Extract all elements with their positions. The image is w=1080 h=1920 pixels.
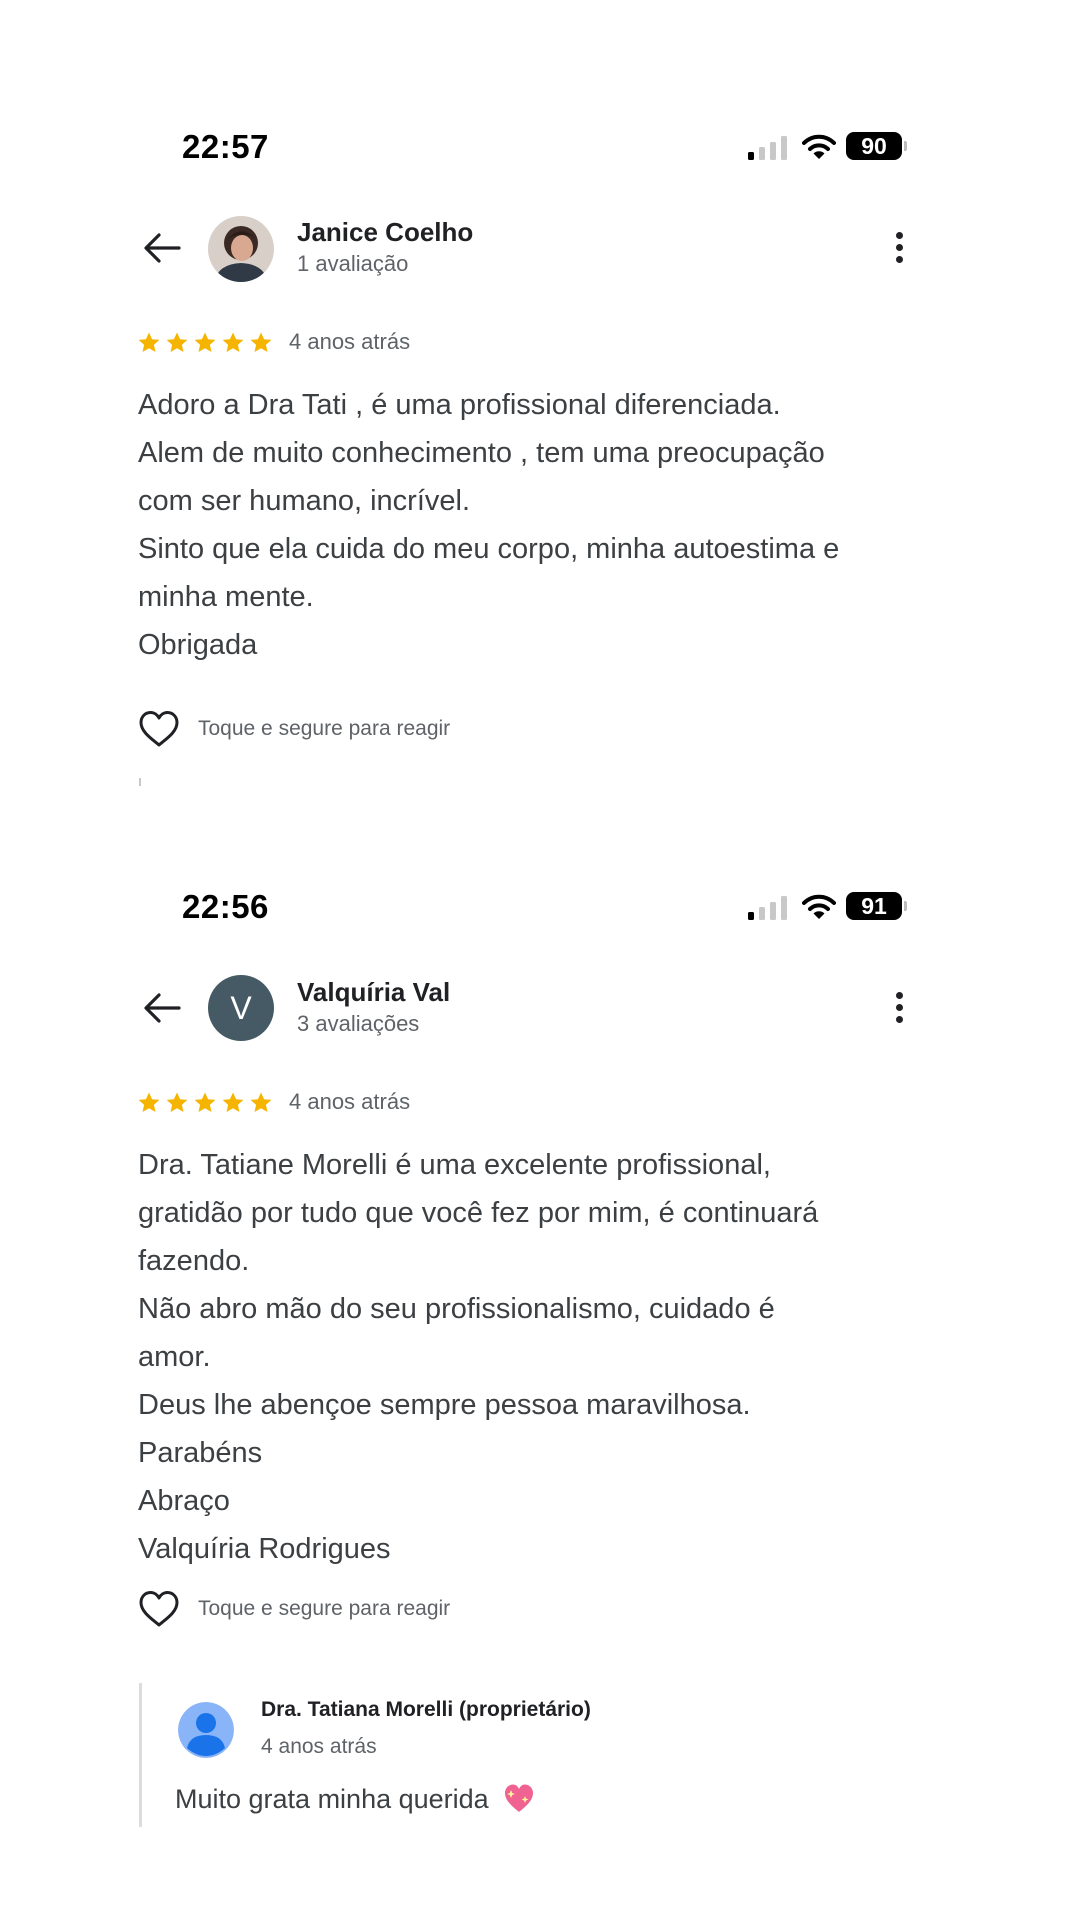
person-icon [178, 1702, 234, 1758]
owner-name: Dra. Tatiana Morelli (proprietário) [261, 1698, 591, 1721]
more-options-icon[interactable] [892, 232, 906, 272]
signal-icon [748, 136, 787, 160]
heart-icon[interactable] [138, 1590, 180, 1628]
profile-photo-icon [208, 216, 274, 282]
status-time: 22:57 [182, 128, 269, 165]
react-hint[interactable]: Toque e segure para reagir [198, 717, 450, 741]
reviewer-review-count: 1 avaliação [297, 251, 409, 276]
wifi-icon [802, 894, 836, 919]
back-arrow-icon[interactable] [142, 231, 182, 265]
battery-tip [904, 141, 907, 151]
react-hint[interactable]: Toque e segure para reagir [198, 1597, 450, 1621]
review-line: Abraço [138, 1485, 230, 1517]
review-text: Dra. Tatiane Morelli é uma excelente pro… [138, 1141, 938, 1573]
battery-tip [904, 901, 907, 911]
star-icon [138, 332, 160, 352]
battery-icon: 91 [846, 892, 902, 920]
owner-reply: Muito grata minha querida [175, 1782, 536, 1815]
review-line: fazendo. [138, 1245, 250, 1277]
star-icon [194, 1092, 216, 1112]
star-icon [222, 1092, 244, 1112]
reviewer-name[interactable]: Valquíria Val [297, 977, 450, 1008]
review-line: Sinto que ela cuida do meu corpo, minha … [138, 533, 840, 565]
star-rating [138, 1092, 272, 1112]
review-date: 4 anos atrás [289, 1089, 411, 1114]
star-icon [222, 332, 244, 352]
review-line: minha mente. [138, 581, 314, 613]
avatar[interactable] [208, 216, 274, 282]
review-line: Valquíria Rodrigues [138, 1533, 391, 1565]
reviewer-name[interactable]: Janice Coelho [297, 217, 473, 248]
reviewer-review-count: 3 avaliações [297, 1011, 420, 1036]
wifi-icon [802, 134, 836, 159]
review-screen-janice: 22:57 90 Janice Coelho 1 avaliação 4 ano… [0, 0, 1080, 880]
owner-reply-date: 4 anos atrás [261, 1735, 377, 1758]
review-line: com ser humano, incrível. [138, 485, 471, 517]
star-icon [194, 332, 216, 352]
star-icon [250, 332, 272, 352]
avatar[interactable]: V [208, 975, 274, 1041]
star-icon [166, 1092, 188, 1112]
heart-icon[interactable] [138, 710, 180, 748]
scroll-indicator [139, 778, 141, 786]
status-time: 22:56 [182, 888, 269, 925]
star-rating [138, 332, 272, 352]
owner-avatar [178, 1702, 234, 1758]
review-line: gratidão por tudo que você fez por mim, … [138, 1197, 819, 1229]
signal-icon [748, 896, 787, 920]
review-line: Parabéns [138, 1437, 263, 1469]
owner-reply-bar [139, 1683, 142, 1827]
status-icons: 90 [748, 132, 908, 162]
review-line: Obrigada [138, 629, 258, 661]
back-arrow-icon[interactable] [142, 991, 182, 1025]
review-line: Dra. Tatiane Morelli é uma excelente pro… [138, 1149, 771, 1181]
review-line: Alem de muito conhecimento , tem uma pre… [138, 437, 825, 469]
review-line: amor. [138, 1341, 211, 1373]
status-icons: 91 [748, 892, 908, 922]
review-screen-valquiria: 22:56 91 V Valquíria Val 3 avaliações 4 … [0, 880, 1080, 1920]
owner-reply-text: Muito grata minha querida [175, 1784, 489, 1814]
review-date: 4 anos atrás [289, 329, 411, 354]
review-line: Deus lhe abençoe sempre pessoa maravilho… [138, 1389, 751, 1421]
review-line: Adoro a Dra Tati , é uma profissional di… [138, 389, 781, 421]
sparkling-heart-icon [505, 1784, 534, 1812]
star-icon [138, 1092, 160, 1112]
star-icon [250, 1092, 272, 1112]
review-text: Adoro a Dra Tati , é uma profissional di… [138, 381, 938, 669]
battery-icon: 90 [846, 132, 902, 160]
star-icon [166, 332, 188, 352]
more-options-icon[interactable] [892, 992, 906, 1032]
review-line: Não abro mão do seu profissionalismo, cu… [138, 1293, 775, 1325]
